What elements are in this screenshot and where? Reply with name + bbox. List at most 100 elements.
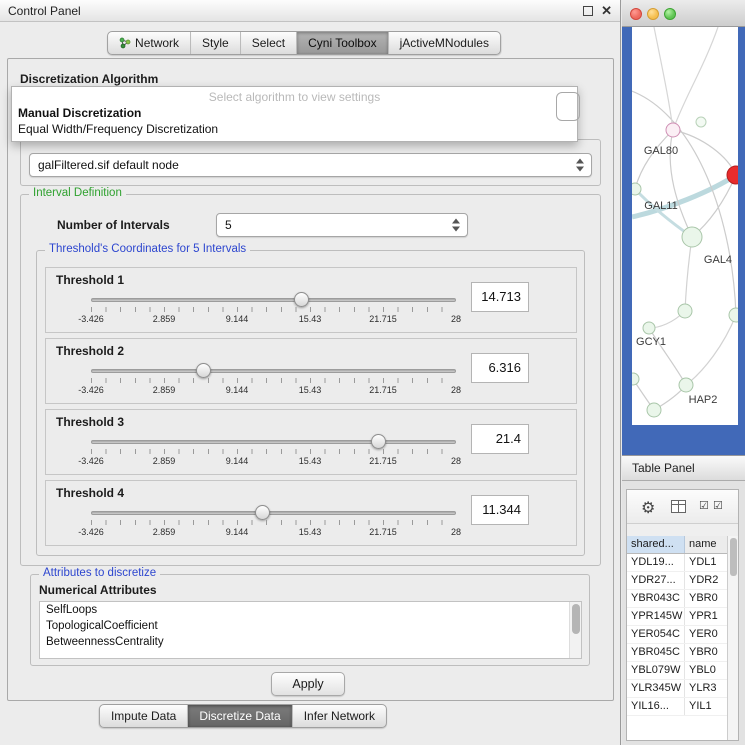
attributes-group: Attributes to discretize Numerical Attri… — [30, 574, 590, 666]
slider-track[interactable] — [91, 369, 456, 373]
graph-edge[interactable] — [673, 27, 718, 130]
graph-node[interactable] — [682, 227, 702, 247]
graph-edge[interactable] — [635, 130, 673, 189]
slider-track[interactable] — [91, 440, 456, 444]
table-row[interactable]: YDR27...YDR2 — [627, 572, 738, 590]
algorithm-combo-fragment[interactable] — [556, 92, 580, 121]
threshold-1-slider[interactable]: -3.4262.8599.14415.4321.71528 — [91, 298, 456, 326]
table-row[interactable]: YIL16...YIL1 — [627, 698, 738, 716]
table-cell-shared-name[interactable]: YBR043C — [627, 590, 685, 607]
table-panel-title: Table Panel — [632, 461, 695, 475]
algorithm-option-manual[interactable]: Manual Discretization — [12, 105, 577, 121]
tab-network[interactable]: Network — [108, 32, 190, 54]
network-window-titlebar — [622, 0, 745, 27]
tab-impute-data[interactable]: Impute Data — [100, 705, 187, 727]
tab-cyni-toolbox[interactable]: Cyni Toolbox — [296, 32, 387, 54]
slider-tick-label: 2.859 — [153, 385, 176, 395]
threshold-4-slider[interactable]: -3.4262.8599.14415.4321.71528 — [91, 511, 456, 539]
scrollbar-thumb[interactable] — [572, 604, 580, 634]
graph-edge[interactable] — [654, 27, 673, 130]
table-row[interactable]: YDL19...YDL1 — [627, 554, 738, 572]
graph-edge[interactable] — [673, 130, 736, 175]
table-cell-shared-name[interactable]: YDR27... — [627, 572, 685, 589]
graph-edge[interactable] — [692, 175, 736, 237]
table-cell-shared-name[interactable]: YDL19... — [627, 554, 685, 571]
graph-node[interactable] — [647, 403, 661, 417]
graph-node[interactable] — [679, 378, 693, 392]
table-data-combobox[interactable]: galFiltered.sif default node — [29, 153, 592, 177]
columns-icon[interactable] — [671, 500, 686, 513]
close-icon[interactable]: ✕ — [601, 3, 612, 19]
threshold-3-value-field[interactable]: 21.4 — [471, 424, 529, 454]
slider-thumb[interactable] — [371, 434, 386, 449]
table-row[interactable]: YBL079WYBL0 — [627, 662, 738, 680]
list-scrollbar[interactable] — [569, 602, 581, 658]
graph-node[interactable] — [696, 117, 706, 127]
select-columns-icon[interactable]: ☑ — [699, 499, 709, 512]
graph-node[interactable] — [729, 308, 738, 322]
number-of-intervals-combobox[interactable]: 5 — [216, 213, 468, 237]
mac-close-button[interactable] — [630, 8, 642, 20]
numerical-attributes-list[interactable]: SelfLoopsTopologicalCoefficientBetweenne… — [39, 601, 582, 659]
graph-node[interactable] — [643, 322, 655, 334]
graph-node[interactable] — [632, 373, 639, 385]
table-cell-shared-name[interactable]: YIL16... — [627, 698, 685, 715]
threshold-2-slider[interactable]: -3.4262.8599.14415.4321.71528 — [91, 369, 456, 397]
slider-thumb[interactable] — [255, 505, 270, 520]
node-table-rows: YDL19...YDL1YDR27...YDR2YBR043CYBR0YPR14… — [627, 554, 738, 716]
node-table: shared... name YDL19...YDL1YDR27...YDR2Y… — [627, 536, 738, 740]
select-all-icon[interactable]: ☑ — [713, 499, 723, 512]
table-cell-shared-name[interactable]: YLR345W — [627, 680, 685, 697]
graph-node[interactable] — [678, 304, 692, 318]
tab-infer-network[interactable]: Infer Network — [292, 705, 386, 727]
table-row[interactable]: YPR145WYPR1 — [627, 608, 738, 626]
mac-minimize-button[interactable] — [647, 8, 659, 20]
gear-icon[interactable]: ⚙ — [641, 498, 655, 518]
table-scrollbar[interactable] — [727, 536, 738, 740]
control-panel: Control Panel ✕ Network Style Select Cyn… — [0, 0, 621, 745]
table-cell-shared-name[interactable]: YBR045C — [627, 644, 685, 661]
graph-node[interactable] — [632, 183, 641, 195]
slider-tick-label: -3.426 — [78, 527, 104, 537]
algorithm-option-equal-width[interactable]: Equal Width/Frequency Discretization — [12, 121, 577, 141]
attribute-list-item[interactable]: TopologicalCoefficient — [40, 618, 581, 634]
threshold-1-value-field[interactable]: 14.713 — [471, 282, 529, 312]
graph-edge[interactable] — [686, 315, 736, 385]
graph-node-label: GAL11 — [644, 200, 677, 212]
table-cell-shared-name[interactable]: YBL079W — [627, 662, 685, 679]
graph-node[interactable] — [666, 123, 680, 137]
table-cell-shared-name[interactable]: YER054C — [627, 626, 685, 643]
threshold-4-value-field[interactable]: 11.344 — [471, 495, 529, 525]
table-row[interactable]: YBR045CYBR0 — [627, 644, 738, 662]
scrollbar-thumb[interactable] — [730, 538, 737, 576]
attribute-list-item[interactable]: BetweennessCentrality — [40, 634, 581, 650]
network-canvas[interactable]: GAL80GAL11GAL4GCY1HAP2 — [632, 27, 738, 425]
apply-button[interactable]: Apply — [271, 672, 345, 696]
table-row[interactable]: YBR043CYBR0 — [627, 590, 738, 608]
slider-track[interactable] — [91, 298, 456, 302]
slider-thumb[interactable] — [196, 363, 211, 378]
number-of-intervals-value: 5 — [225, 218, 232, 232]
algorithm-placeholder-option[interactable]: Select algorithm to view settings — [12, 87, 577, 105]
tab-discretize-data[interactable]: Discretize Data — [187, 705, 291, 727]
float-window-icon[interactable] — [583, 6, 593, 16]
tab-jactivemnodules[interactable]: jActiveMNodules — [388, 32, 500, 54]
threshold-2-value-field[interactable]: 6.316 — [471, 353, 529, 383]
mac-zoom-button[interactable] — [664, 8, 676, 20]
attribute-list-item[interactable]: SelfLoops — [40, 602, 581, 618]
slider-tick-label: 9.144 — [226, 456, 249, 466]
table-row[interactable]: YLR345WYLR3 — [627, 680, 738, 698]
threshold-3-slider[interactable]: -3.4262.8599.14415.4321.71528 — [91, 440, 456, 468]
slider-tick-label: 2.859 — [153, 456, 176, 466]
slider-ticks — [91, 378, 456, 383]
slider-thumb[interactable] — [294, 292, 309, 307]
column-header-shared-name[interactable]: shared... — [627, 536, 685, 553]
slider-track[interactable] — [91, 511, 456, 515]
slider-tick-label: 9.144 — [226, 385, 249, 395]
tab-select[interactable]: Select — [240, 32, 296, 54]
table-row[interactable]: YER054CYER0 — [627, 626, 738, 644]
table-cell-shared-name[interactable]: YPR145W — [627, 608, 685, 625]
graph-edge[interactable] — [685, 237, 692, 311]
tab-style[interactable]: Style — [190, 32, 240, 54]
slider-tick-label: 21.715 — [369, 456, 397, 466]
